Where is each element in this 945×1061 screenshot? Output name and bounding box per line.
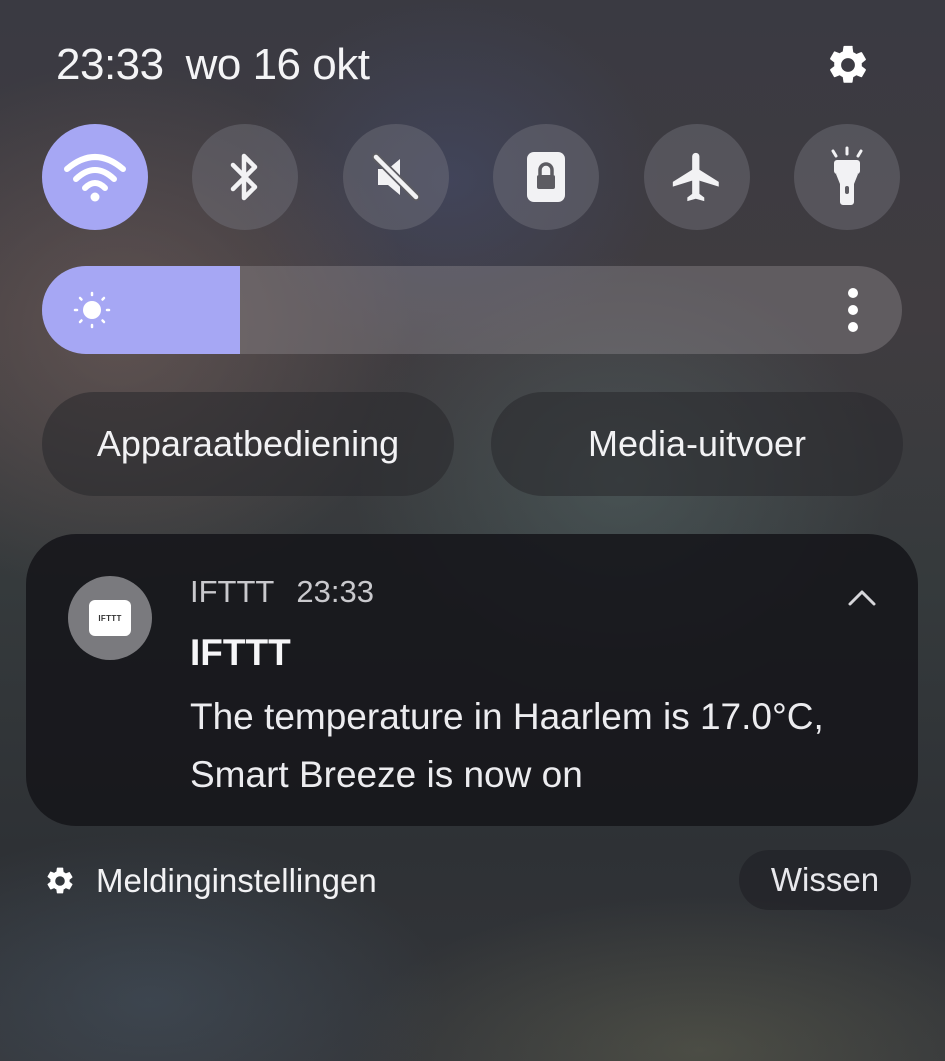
ifttt-app-icon: IFTTT [68,576,152,660]
flashlight-icon [831,146,863,205]
quick-settings-row [42,124,900,230]
clock-time: 23:33 [56,40,164,89]
wifi-icon [64,154,126,202]
bluetooth-toggle[interactable] [192,124,298,230]
wifi-toggle[interactable] [42,124,148,230]
airplane-toggle[interactable] [644,124,750,230]
notification-title: IFTTT [190,632,291,673]
collapse-button[interactable] [842,578,882,618]
bluetooth-icon [230,153,258,201]
status-clock: 23:33 wo 16 okt [56,40,391,90]
notification-body: The temperature in Haarlem is 17.0°C, Sm… [190,696,824,795]
lock-icon [527,152,565,202]
brightness-slider[interactable] [42,266,902,354]
notification-settings-label: Meldinginstellingen [96,862,377,899]
sun-icon [73,291,111,329]
gear-icon [44,865,76,897]
airplane-icon [672,152,719,202]
sound-toggle[interactable] [343,124,449,230]
notification-header: IFTTT 23:33 [190,574,374,610]
notification-time: 23:33 [296,574,374,609]
settings-button[interactable] [823,40,873,90]
notification-card[interactable]: IFTTT IFTTT 23:33 IFTTT The temperature i… [26,534,918,826]
notification-app-name: IFTTT [190,574,275,609]
brightness-more-options-icon[interactable] [840,288,866,332]
media-output-button[interactable]: Media-uitvoer [491,392,903,496]
ifttt-logo: IFTTT [89,600,131,636]
device-control-button[interactable]: Apparaatbediening [42,392,454,496]
mute-icon [372,153,420,201]
clock-date: wo 16 okt [185,40,370,89]
clear-button[interactable]: Wissen [739,850,911,910]
gear-icon [830,45,866,83]
flashlight-toggle[interactable] [794,124,900,230]
notification-settings-button[interactable]: Meldinginstellingen [44,860,377,902]
chevron-up-icon [848,590,876,606]
rotation-lock-toggle[interactable] [493,124,599,230]
